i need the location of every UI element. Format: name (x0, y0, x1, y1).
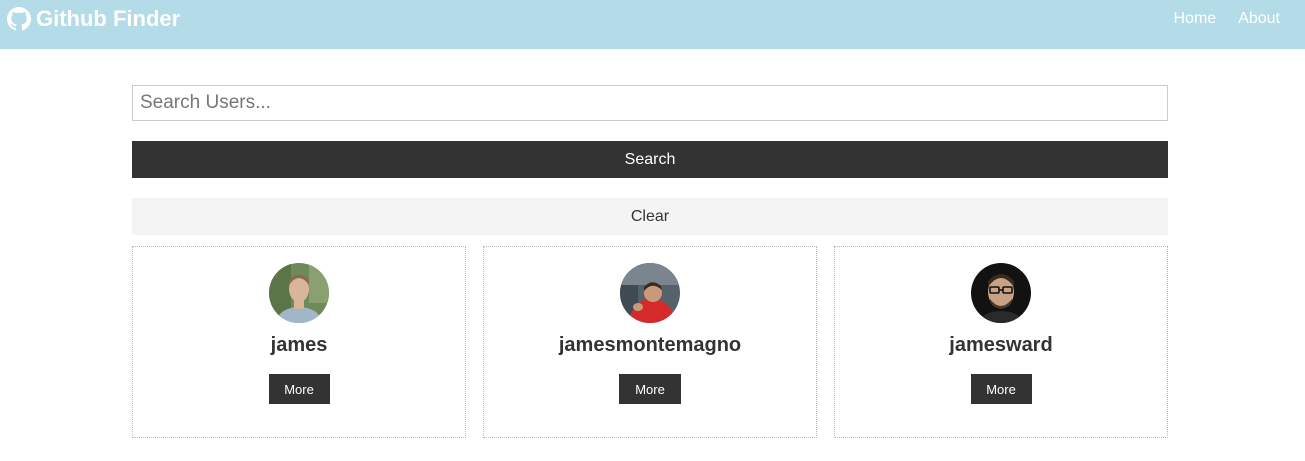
more-button[interactable]: More (268, 374, 330, 404)
user-card: james More (132, 246, 466, 438)
brand[interactable]: Github Finder (7, 6, 180, 32)
navbar: Github Finder Home About (0, 0, 1305, 49)
user-card: jamesward More (834, 246, 1168, 438)
username: james (270, 334, 328, 356)
clear-button[interactable]: Clear (132, 198, 1168, 235)
nav-links: Home About (1152, 10, 1281, 28)
nav-link-home[interactable]: Home (1174, 10, 1217, 28)
brand-title: Github Finder (36, 6, 181, 31)
nav-link-about[interactable]: About (1238, 10, 1280, 28)
more-button[interactable]: More (970, 374, 1032, 404)
search-input[interactable] (132, 85, 1168, 121)
avatar (620, 263, 680, 323)
users-grid: james More jamesmontemagno More jameswar… (132, 246, 1168, 438)
search-button[interactable]: Search (132, 141, 1168, 178)
github-icon (7, 7, 31, 31)
user-card: jamesmontemagno More (483, 246, 817, 438)
avatar (269, 263, 329, 323)
avatar (971, 263, 1031, 323)
username: jamesmontemagno (558, 334, 742, 356)
username: jamesward (949, 334, 1053, 356)
more-button[interactable]: More (619, 374, 681, 404)
